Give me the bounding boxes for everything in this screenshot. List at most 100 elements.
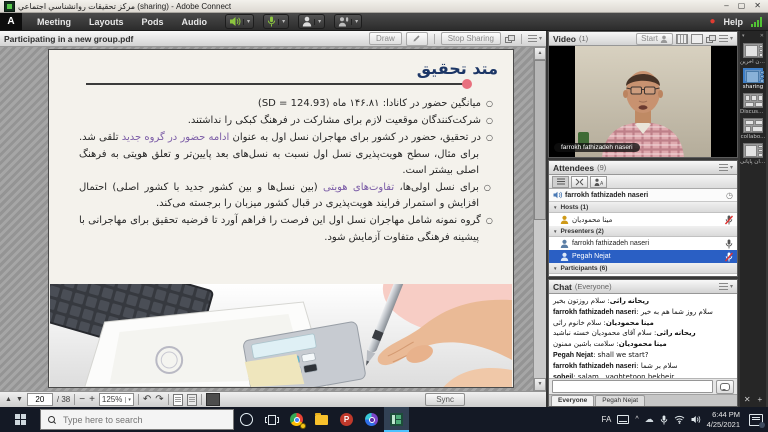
menu-meeting[interactable]: Meeting [28,17,80,27]
microphone-caret-icon[interactable]: ▾ [278,19,285,25]
draw-button[interactable]: Draw [369,32,402,45]
layout-thumbnail-icon[interactable] [743,118,763,133]
layout-item-collabo-[interactable]: collabo... [740,118,766,140]
attendee-row[interactable]: Pegah Nejat [549,250,737,263]
attendee-row[interactable]: amiri [549,274,737,276]
layout-thumbnail-icon[interactable] [743,43,763,58]
video-pod-menu[interactable]: ▾ [719,35,733,42]
add-layout-button[interactable]: + [758,395,763,404]
undo-button[interactable]: ↶ [143,394,151,405]
menu-pods[interactable]: Pods [133,17,173,27]
next-page-button[interactable]: ▼ [16,396,23,404]
start-webcam-button[interactable]: Start [636,33,673,45]
pen-tool-button[interactable] [406,32,428,46]
page-fit-icon[interactable] [187,394,197,406]
attendee-status-view-button[interactable]: A [590,176,607,188]
layout-thumbnail-icon[interactable] [743,68,763,83]
chat-pod-menu[interactable]: ▾ [719,283,733,290]
adobe-logo-icon: A [0,13,22,30]
taskbar-search[interactable] [40,409,234,430]
layouts-close-icon[interactable]: ✕ [760,32,764,40]
notification-center-icon[interactable] [749,414,763,426]
tray-mic-icon[interactable] [660,415,668,425]
chat-input[interactable] [552,380,713,393]
language-indicator[interactable]: FA [602,415,612,424]
thumbnail-view-icon[interactable] [206,393,220,406]
zoom-in-button[interactable]: + [89,394,95,405]
keyboard-icon[interactable] [617,415,629,424]
stop-sharing-button[interactable]: Stop Sharing [441,32,501,45]
active-speaker-row[interactable]: farrokh fathizadeh naseri ◷ [549,189,737,202]
chrome-taskbar-button[interactable] [284,407,309,432]
pod-menu-icon [528,35,537,42]
attendee-group-header[interactable]: ▼Presenters (2) [549,226,737,237]
help-menu[interactable]: Help [723,17,743,27]
attendee-row[interactable]: مینا محمودیان [549,213,737,226]
attendee-group-header[interactable]: ▼Participants (6) [549,263,737,274]
scrollbar-thumb[interactable] [534,60,546,220]
fullscreen-icon[interactable] [505,35,515,43]
search-input[interactable] [61,414,215,426]
file-explorer-button[interactable] [309,407,334,432]
share-scrollbar[interactable]: ▲ ▼ [533,47,546,391]
breakout-view-button[interactable] [571,176,588,188]
chat-message: مینا محمودیان: سلام خانوم راثی [553,319,733,329]
webcam-button[interactable]: ▾ [298,14,325,29]
psiphon-button[interactable]: P [334,407,359,432]
maximize-button[interactable]: ▢ [738,2,746,10]
attendees-pod-menu[interactable]: ▾ [719,164,733,171]
send-message-button[interactable] [716,380,734,394]
webcam-caret-icon[interactable]: ▾ [314,19,321,25]
zoom-out-button[interactable]: − [79,394,85,405]
slide-bullet: ○گروه نمونه شامل مهاجران نسل اول این فرص… [79,213,493,245]
page-view-icon[interactable] [173,394,183,406]
attendee-group-header[interactable]: ▼Hosts (1) [549,202,737,213]
microphone-button[interactable]: ▾ [263,14,289,29]
layout-thumbnail-icon[interactable] [743,143,763,158]
attendee-list-view-button[interactable] [552,176,569,188]
scroll-down-icon[interactable]: ▼ [534,378,546,391]
cortana-button[interactable] [234,407,259,432]
layout-item-discussion[interactable]: Discussion [740,93,766,115]
speaker-button[interactable]: ▾ [225,14,254,29]
adobe-connect-taskbar-button[interactable] [384,407,409,432]
delete-layout-button[interactable]: ✕ [744,395,751,404]
chat-tab-private[interactable]: Pegah Nejat [595,395,645,406]
sync-button[interactable]: Sync [425,393,465,406]
volume-icon[interactable] [691,415,701,424]
raise-hand-caret-icon[interactable]: ▾ [351,19,358,25]
task-view-button[interactable] [259,407,284,432]
grid-view-icon[interactable] [676,34,688,44]
tray-expand-icon[interactable]: ^ [635,416,638,423]
video-fullscreen-icon[interactable] [706,35,716,43]
page-number-input[interactable] [27,393,53,406]
layout-item--[interactable]: میزان پایانی [740,143,766,165]
zoom-level-select[interactable]: 125% ▾ [99,393,134,406]
start-button[interactable] [0,407,40,432]
layouts-menu-icon[interactable]: ▾ [742,32,745,40]
layout-thumbnail-icon[interactable] [743,93,763,108]
share-pod-menu[interactable]: ▾ [528,35,542,42]
layout-item-sharing[interactable]: sharing [740,68,766,90]
scroll-up-icon[interactable]: ▲ [534,47,546,60]
layout-item--[interactable]: میزان آخرین [740,43,766,65]
menu-audio[interactable]: Audio [173,17,217,27]
wifi-icon[interactable] [674,415,685,424]
attendees-pod-title: Attendees [553,163,594,173]
raise-hand-button[interactable]: ▾ [334,14,362,29]
attendee-row[interactable]: farrokh fathizadeh naseri [549,237,737,250]
chat-tab-everyone[interactable]: Everyone [551,395,594,406]
redo-button[interactable]: ↷ [155,394,163,405]
menu-layouts[interactable]: Layouts [80,17,133,27]
speaker-caret-icon[interactable]: ▾ [243,19,250,25]
slide: متد تحقیق ○میانگین حضور در کانادا: ۱۴۶.۸… [48,49,514,388]
video-pod-title: Video [553,34,576,44]
filmstrip-view-icon[interactable] [691,34,703,44]
chat-message: ریحانه راثی: سلام روزتون بخیر [553,297,733,307]
previous-page-button[interactable]: ▲ [5,396,12,404]
browser2-button[interactable] [359,407,384,432]
minimize-button[interactable]: – [724,2,728,10]
close-button[interactable]: ✕ [754,2,761,10]
onedrive-icon[interactable]: ☁ [645,414,654,425]
taskbar-clock[interactable]: 6:44 PM 4/25/2021 [707,410,740,430]
